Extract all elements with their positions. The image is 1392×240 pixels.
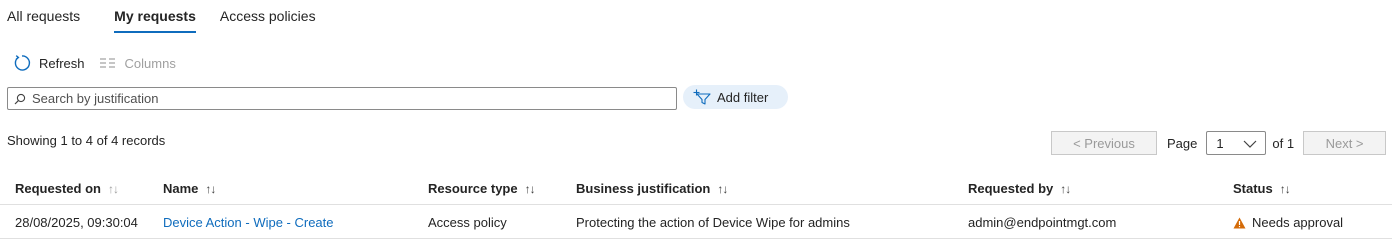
page-total: of 1 <box>1272 135 1295 151</box>
page-select[interactable]: 1 <box>1206 131 1267 155</box>
chevron-down-icon <box>1243 136 1257 151</box>
page-label: Page <box>1167 135 1198 151</box>
tab-bar: All requests My requests Access policies <box>0 0 332 34</box>
column-label: Business justification <box>576 181 711 196</box>
columns-label: Columns <box>124 55 176 71</box>
status-cell: Needs approval <box>1233 206 1343 239</box>
sort-icon: ↑↓ <box>717 181 728 196</box>
search-input[interactable] <box>32 91 676 106</box>
status-label: Needs approval <box>1252 215 1344 230</box>
column-header-name[interactable]: Name ↑↓ <box>163 172 216 205</box>
sort-icon: ↑↓ <box>205 181 216 196</box>
sort-icon: ↑↓ <box>1279 181 1291 196</box>
column-label: Status <box>1233 181 1273 196</box>
columns-icon <box>99 54 117 72</box>
pagination: < Previous Page 1 of 1 Next > <box>1051 131 1387 155</box>
columns-button[interactable]: Columns <box>99 54 176 72</box>
requested-on-cell: 28/08/2025, 09:30:04 <box>15 215 138 230</box>
sort-icon: ↑↓ <box>1060 181 1071 196</box>
column-header-requested-on[interactable]: Requested on ↑↓ <box>15 172 119 205</box>
table-header: Requested on ↑↓ Name ↑↓ Resource type ↑↓… <box>0 172 1392 205</box>
column-header-requested-by[interactable]: Requested by ↑↓ <box>968 172 1071 205</box>
resource-type-cell: Access policy <box>428 215 507 230</box>
search-icon <box>14 93 26 105</box>
column-header-status[interactable]: Status ↑↓ <box>1233 172 1291 205</box>
column-label: Name <box>163 181 199 196</box>
column-label: Requested by <box>968 181 1054 196</box>
add-filter-button[interactable]: Add filter <box>683 85 788 109</box>
column-header-resource-type[interactable]: Resource type ↑↓ <box>428 172 536 205</box>
column-header-business-justification[interactable]: Business justification ↑↓ <box>576 172 728 205</box>
page-select-value: 1 <box>1216 135 1224 151</box>
sort-icon: ↑↓ <box>107 181 119 196</box>
tab-access-policies[interactable]: Access policies <box>220 0 316 33</box>
warning-icon <box>1233 217 1246 229</box>
add-filter-icon <box>693 89 711 105</box>
record-count: Showing 1 to 4 of 4 records <box>7 133 166 148</box>
request-name-link[interactable]: Device Action - Wipe - Create <box>163 206 334 239</box>
toolbar: Refresh Columns <box>13 53 176 73</box>
column-label: Requested on <box>15 181 101 196</box>
previous-page-button[interactable]: < Previous <box>1051 131 1157 155</box>
table-row[interactable]: 28/08/2025, 09:30:04 Device Action - Wip… <box>0 206 1392 239</box>
column-label: Resource type <box>428 181 518 196</box>
tab-my-requests[interactable]: My requests <box>114 0 196 33</box>
add-filter-label: Add filter <box>717 89 769 105</box>
search-box <box>7 87 677 110</box>
sort-icon: ↑↓ <box>524 181 536 196</box>
justification-cell: Protecting the action of Device Wipe for… <box>576 215 850 230</box>
refresh-label: Refresh <box>39 55 85 71</box>
refresh-icon <box>13 54 31 72</box>
tab-all-requests[interactable]: All requests <box>7 0 80 33</box>
refresh-button[interactable]: Refresh <box>13 54 85 72</box>
requested-by-cell: admin@endpointmgt.com <box>968 215 1117 230</box>
next-page-button[interactable]: Next > <box>1303 131 1387 155</box>
